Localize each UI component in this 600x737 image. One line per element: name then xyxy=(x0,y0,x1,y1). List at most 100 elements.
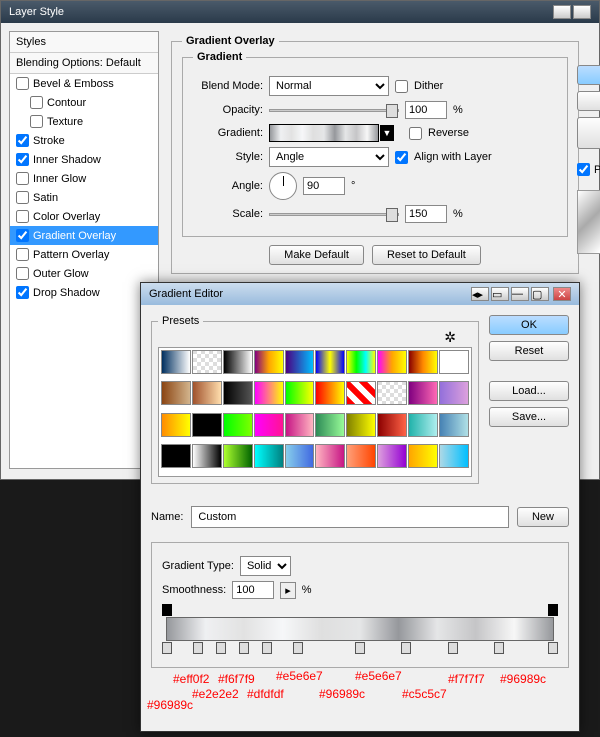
preset-swatch[interactable] xyxy=(408,413,438,437)
style-item[interactable]: Contour xyxy=(10,93,158,112)
color-stop[interactable] xyxy=(355,642,365,654)
style-checkbox[interactable] xyxy=(16,172,29,185)
close-icon[interactable]: ✕ xyxy=(553,287,571,301)
gear-icon[interactable]: ✲ xyxy=(444,329,456,346)
preset-swatch[interactable] xyxy=(346,381,376,405)
style-checkbox[interactable] xyxy=(16,210,29,223)
preset-swatch[interactable] xyxy=(161,413,191,437)
max-icon[interactable] xyxy=(573,5,591,19)
color-stop[interactable] xyxy=(448,642,458,654)
preset-swatch[interactable] xyxy=(223,444,253,468)
color-stop[interactable] xyxy=(239,642,249,654)
ge-reset-button[interactable]: Reset xyxy=(489,341,569,361)
preset-swatch[interactable] xyxy=(161,381,191,405)
style-item[interactable]: Texture xyxy=(10,112,158,131)
min-icon[interactable]: — xyxy=(511,287,529,301)
preset-swatch[interactable] xyxy=(439,444,469,468)
style-item[interactable]: Pattern Overlay xyxy=(10,245,158,264)
preset-swatch[interactable] xyxy=(192,444,222,468)
style-checkbox[interactable] xyxy=(16,248,29,261)
preset-swatch[interactable] xyxy=(285,444,315,468)
ok-button[interactable]: OK xyxy=(577,65,600,85)
new-style-button[interactable]: New Style... xyxy=(577,117,600,149)
style-item[interactable]: Stroke xyxy=(10,131,158,150)
style-item[interactable]: Bevel & Emboss xyxy=(10,74,158,93)
style-checkbox[interactable] xyxy=(16,77,29,90)
style-checkbox[interactable] xyxy=(30,115,43,128)
style-checkbox[interactable] xyxy=(16,134,29,147)
preset-swatch[interactable] xyxy=(161,350,191,374)
style-checkbox[interactable] xyxy=(16,286,29,299)
gradient-bar[interactable] xyxy=(166,617,554,641)
opacity-stop[interactable] xyxy=(548,604,558,616)
reset-default-button[interactable]: Reset to Default xyxy=(372,245,481,265)
preset-swatch[interactable] xyxy=(161,444,191,468)
preset-swatch[interactable] xyxy=(346,444,376,468)
max-icon[interactable]: ▢ xyxy=(531,287,549,301)
gradient-preview[interactable] xyxy=(269,124,379,142)
smoothness-input[interactable] xyxy=(232,581,274,599)
preset-swatch[interactable] xyxy=(223,413,253,437)
blend-mode-select[interactable]: Normal xyxy=(269,76,389,96)
preset-swatch[interactable] xyxy=(223,350,253,374)
style-checkbox[interactable] xyxy=(30,96,43,109)
preset-swatch[interactable] xyxy=(315,381,345,405)
preset-swatch[interactable] xyxy=(377,413,407,437)
smoothness-stepper[interactable]: ▸ xyxy=(280,582,296,599)
color-stop[interactable] xyxy=(548,642,558,654)
color-stop[interactable] xyxy=(216,642,226,654)
style-item[interactable]: Drop Shadow xyxy=(10,283,158,302)
preset-swatch[interactable] xyxy=(315,413,345,437)
preset-swatch[interactable] xyxy=(408,350,438,374)
preset-swatch[interactable] xyxy=(408,381,438,405)
color-stop[interactable] xyxy=(401,642,411,654)
preset-swatch[interactable] xyxy=(315,350,345,374)
preset-swatch[interactable] xyxy=(254,444,284,468)
help-icon[interactable]: ◂▸ xyxy=(471,287,489,301)
angle-dial[interactable] xyxy=(269,172,297,200)
preset-swatch[interactable] xyxy=(192,350,222,374)
color-stop[interactable] xyxy=(193,642,203,654)
preset-swatch[interactable] xyxy=(285,350,315,374)
ge-load-button[interactable]: Load... xyxy=(489,381,569,401)
preset-swatch[interactable] xyxy=(254,350,284,374)
color-stop[interactable] xyxy=(293,642,303,654)
style-item[interactable]: Satin xyxy=(10,188,158,207)
style-item[interactable]: Gradient Overlay xyxy=(10,226,158,245)
ge-save-button[interactable]: Save... xyxy=(489,407,569,427)
color-stop[interactable] xyxy=(262,642,272,654)
style-checkbox[interactable] xyxy=(16,153,29,166)
preset-swatch[interactable] xyxy=(346,413,376,437)
preset-swatch[interactable] xyxy=(439,350,469,374)
style-select[interactable]: Angle xyxy=(269,147,389,167)
color-stop[interactable] xyxy=(494,642,504,654)
make-default-button[interactable]: Make Default xyxy=(269,245,364,265)
preview-checkbox[interactable] xyxy=(577,163,590,176)
preset-swatch[interactable] xyxy=(254,413,284,437)
style-checkbox[interactable] xyxy=(16,267,29,280)
reverse-checkbox[interactable] xyxy=(409,127,422,140)
opacity-slider[interactable] xyxy=(269,109,399,112)
preset-swatch[interactable] xyxy=(192,381,222,405)
preset-swatch[interactable] xyxy=(439,413,469,437)
scale-slider[interactable] xyxy=(269,213,399,216)
new-button[interactable]: New xyxy=(517,507,569,527)
preset-swatch[interactable] xyxy=(223,381,253,405)
name-input[interactable] xyxy=(191,506,509,528)
preset-swatch[interactable] xyxy=(285,413,315,437)
preset-swatch[interactable] xyxy=(346,350,376,374)
blending-header[interactable]: Blending Options: Default xyxy=(10,53,158,74)
style-checkbox[interactable] xyxy=(16,191,29,204)
color-stop[interactable] xyxy=(162,642,172,654)
align-layer-checkbox[interactable] xyxy=(395,151,408,164)
preset-swatch[interactable] xyxy=(377,444,407,468)
min-icon[interactable] xyxy=(553,5,571,19)
preset-swatch[interactable] xyxy=(377,381,407,405)
scale-input[interactable] xyxy=(405,205,447,223)
preset-swatch[interactable] xyxy=(408,444,438,468)
style-item[interactable]: Inner Glow xyxy=(10,169,158,188)
gradient-editor-titlebar[interactable]: Gradient Editor ◂▸▭—▢✕ xyxy=(141,283,579,305)
cancel-button[interactable]: Cancel xyxy=(577,91,600,111)
preset-swatch[interactable] xyxy=(285,381,315,405)
preset-swatch[interactable] xyxy=(439,381,469,405)
